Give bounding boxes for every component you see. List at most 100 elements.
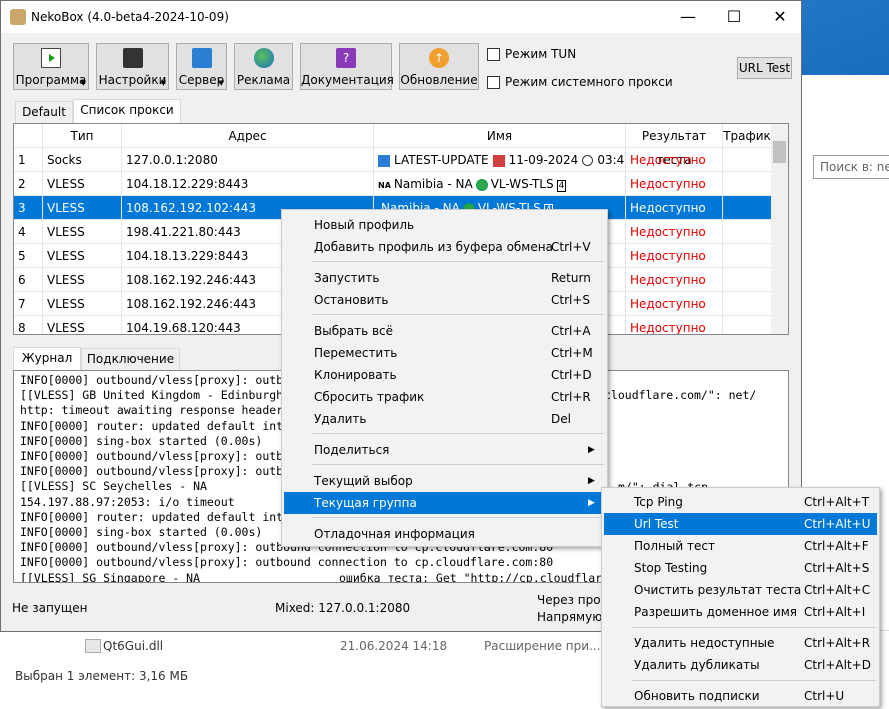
row-test-result: Недоступно: [626, 316, 723, 334]
context-menu-item[interactable]: Поделиться ▶: [284, 439, 605, 461]
header-index: [14, 124, 43, 148]
row-type: VLESS: [43, 292, 122, 316]
log-line: 154.197.88.97:2053: i/o timeout: [20, 494, 235, 509]
submenu-item[interactable]: Tcp Ping Ctrl+Alt+T: [604, 491, 877, 513]
explorer-status-text: Выбран 1 элемент: 3,16 МБ: [15, 669, 189, 683]
row-type: VLESS: [43, 316, 122, 334]
row-type: VLESS: [43, 220, 122, 244]
log-line: [[VLESS] SC Seychelles - NA: [20, 479, 207, 494]
context-menu-item[interactable]: Удалить Del: [284, 408, 605, 430]
program-menu-button[interactable]: Программа ▼: [13, 43, 89, 90]
table-row[interactable]: 1 Socks 127.0.0.1:2080 LATEST-UPDATE 11-09-2…: [14, 148, 772, 172]
close-button[interactable]: ✕: [757, 1, 803, 33]
system-proxy-checkbox[interactable]: [487, 76, 500, 89]
log-line-tail: cloudflare.com/": net/: [604, 388, 757, 402]
table-row[interactable]: 2 VLESS 104.18.12.229:8443 NA Namibia - NA VL…: [14, 172, 772, 196]
row-address: 127.0.0.1:2080: [122, 148, 374, 172]
settings-menu-button[interactable]: Настройки ▼: [96, 43, 169, 90]
log-line: INFO[0000] outbound/vless[proxy]: outb: [20, 449, 284, 463]
submenu-item[interactable]: Удалить недоступные Ctrl+Alt+R: [604, 632, 877, 654]
url-test-button[interactable]: URL Test: [737, 57, 792, 79]
explorer-search-input[interactable]: Поиск в: nek: [813, 155, 889, 179]
log-line: http: timeout awaiting response header: [20, 403, 284, 418]
ads-button[interactable]: Реклама: [234, 43, 293, 90]
submenu-item[interactable]: Полный тест Ctrl+Alt+F: [604, 535, 877, 557]
row-traffic: [723, 292, 772, 316]
log-line: INFO[0000] router: updated default int: [20, 418, 284, 433]
row-traffic: [723, 220, 772, 244]
row-index: 1: [14, 148, 43, 172]
row-index: 6: [14, 268, 43, 292]
context-menu-item[interactable]: Запустить Return: [284, 267, 605, 289]
log-line: INFO[0000] outbound/vless[proxy]: outbou…: [20, 555, 554, 570]
row-test-result: Недоступно: [626, 172, 723, 196]
header-type[interactable]: Тип: [43, 124, 122, 148]
context-menu-item[interactable]: Остановить Ctrl+S: [284, 289, 605, 311]
minimize-button[interactable]: —: [665, 1, 711, 33]
submenu-arrow-icon: ▶: [588, 445, 595, 455]
title-bar[interactable]: NekoBox (4.0-beta4-2024-10-09) — ☐ ✕: [1, 1, 801, 33]
row-address: 104.18.12.229:8443: [122, 172, 374, 196]
documentation-button[interactable]: ? Документация: [300, 43, 394, 90]
context-menu-item[interactable]: Текущий выбор ▶: [284, 470, 605, 492]
server-menu-button[interactable]: Сервер ▼: [176, 43, 227, 90]
row-index: 2: [14, 172, 43, 196]
submenu-item[interactable]: Обновить подписки Ctrl+U: [604, 685, 877, 707]
tab-default[interactable]: Default: [15, 101, 73, 123]
row-test-result: Недоступно: [626, 244, 723, 268]
tab-log[interactable]: Журнал: [13, 347, 81, 371]
row-traffic: [723, 148, 772, 172]
dll-file-icon: [85, 639, 101, 653]
explorer-file-name[interactable]: Qt6Gui.dll: [103, 639, 163, 653]
update-arrow-icon: ↑: [429, 48, 449, 68]
header-name[interactable]: Имя: [374, 124, 626, 148]
window-title: NekoBox (4.0-beta4-2024-10-09): [31, 10, 229, 24]
row-test-result: Недоступно: [626, 148, 723, 172]
calendar-icon: [492, 154, 505, 167]
globe-icon: [475, 178, 488, 191]
context-menu-item[interactable]: Текущая группа ▶: [284, 492, 605, 514]
row-traffic: [723, 244, 772, 268]
submenu-item[interactable]: Очистить результат теста Ctrl+Alt+C: [604, 579, 877, 601]
tab-proxy-list[interactable]: Список прокси: [73, 99, 181, 124]
update-button[interactable]: ↑ Обновление: [399, 43, 479, 90]
row-traffic: [723, 268, 772, 292]
row-test-result: Недоступно: [626, 220, 723, 244]
maximize-button[interactable]: ☐: [711, 1, 757, 33]
context-menu-item[interactable]: Переместить Ctrl+M: [284, 342, 605, 364]
row-test-result: Недоступно: [626, 292, 723, 316]
submenu-item[interactable]: Разрешить доменное имя Ctrl+Alt+I: [604, 601, 877, 623]
tab-connections[interactable]: Подключение: [81, 348, 180, 370]
context-menu-item[interactable]: Новый профиль: [284, 214, 605, 236]
table-scrollbar[interactable]: [771, 124, 788, 334]
context-menu-item[interactable]: Сбросить трафик Ctrl+R: [284, 386, 605, 408]
explorer-file-date: 21.06.2024 14:18: [340, 639, 448, 653]
row-test-result: Недоступно: [626, 196, 723, 220]
log-line-tail: ошибка теста: Get "http://cp.cloudflare.…: [339, 571, 623, 583]
scroll-thumb[interactable]: [773, 141, 786, 163]
status-mixed-port: Mixed: 127.0.0.1:2080: [275, 601, 411, 615]
row-traffic: [723, 172, 772, 196]
log-line: INFO[0000] router: updated default int: [20, 509, 284, 524]
row-index: 3: [14, 196, 43, 220]
clock-icon: [582, 155, 594, 166]
context-menu-item[interactable]: Выбрать всё Ctrl+A: [284, 320, 605, 342]
log-line: INFO[0000] outbound/vless[proxy]: outb: [20, 464, 284, 479]
row-test-result: Недоступно: [626, 268, 723, 292]
log-line: INFO[0000] sing-box started (0.00s): [20, 525, 263, 539]
explorer-file-type: Расширение при...: [484, 639, 601, 653]
header-test-result[interactable]: Результат теста: [626, 124, 723, 167]
submenu-item[interactable]: Url Test Ctrl+Alt+U: [604, 513, 877, 535]
submenu-item[interactable]: Stop Testing Ctrl+Alt+S: [604, 557, 877, 579]
submenu-item[interactable]: Удалить дубликаты Ctrl+Alt+D: [604, 654, 877, 676]
current-group-submenu: Tcp Ping Ctrl+Alt+T Url Test Ctrl+Alt+U Полн…: [601, 487, 880, 707]
header-address[interactable]: Адрес: [122, 124, 374, 148]
row-type: Socks: [43, 148, 122, 172]
context-menu-item[interactable]: Отладочная информация: [284, 523, 605, 545]
row-index: 5: [14, 244, 43, 268]
row-index: 7: [14, 292, 43, 316]
context-menu-item[interactable]: Добавить профиль из буфера обмена Ctrl+V: [284, 236, 605, 258]
context-menu-item[interactable]: Клонировать Ctrl+D: [284, 364, 605, 386]
header-traffic[interactable]: Трафик: [723, 124, 772, 148]
tun-mode-checkbox[interactable]: [487, 48, 500, 61]
